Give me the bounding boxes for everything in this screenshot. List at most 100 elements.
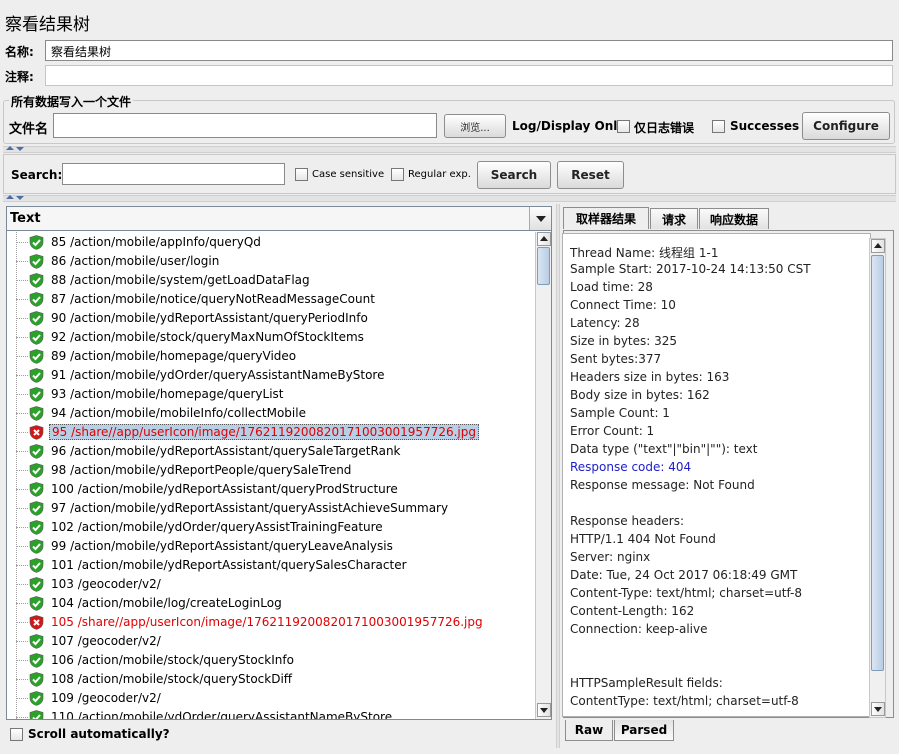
tree-row[interactable]: 110 /action/mobile/ydOrder/queryAssistan… bbox=[7, 708, 534, 719]
scroll-auto-label: Scroll automatically? bbox=[28, 727, 170, 741]
tree-row[interactable]: 93 /action/mobile/homepage/queryList bbox=[7, 385, 534, 404]
success-shield-icon bbox=[29, 672, 44, 687]
tree-header[interactable]: Text bbox=[7, 207, 551, 231]
tree-branch-line bbox=[16, 622, 28, 623]
tree-branch-line bbox=[16, 242, 28, 243]
tree-scroll-down-button[interactable] bbox=[537, 703, 551, 717]
success-shield-icon bbox=[29, 349, 44, 364]
result-line: Error Count: 1 bbox=[570, 424, 655, 438]
tab-sampler-result[interactable]: 取样器结果 bbox=[563, 207, 649, 229]
tree-row[interactable]: 90 /action/mobile/ydReportAssistant/quer… bbox=[7, 309, 534, 328]
tree-row[interactable]: 91 /action/mobile/ydOrder/queryAssistant… bbox=[7, 366, 534, 385]
top-splitter[interactable] bbox=[3, 146, 896, 153]
renderer-dropdown[interactable] bbox=[529, 207, 551, 230]
tab-raw[interactable]: Raw bbox=[565, 720, 613, 741]
tree-row[interactable]: 98 /action/mobile/ydReportPeople/querySa… bbox=[7, 461, 534, 480]
success-shield-icon bbox=[29, 311, 44, 326]
tree-branch-line bbox=[16, 337, 28, 338]
successes-checkbox[interactable] bbox=[712, 120, 725, 133]
tree-row[interactable]: 107 /geocoder/v2/ bbox=[7, 632, 534, 651]
scroll-auto-checkbox[interactable] bbox=[10, 728, 23, 741]
scroll-up-icon bbox=[540, 236, 548, 241]
tree-row[interactable]: 86 /action/mobile/user/login bbox=[7, 252, 534, 271]
result-scroll-up-button[interactable] bbox=[871, 239, 885, 253]
regex-checkbox[interactable] bbox=[391, 168, 404, 181]
tree-branch-line bbox=[16, 698, 28, 699]
tree-row[interactable]: 94 /action/mobile/mobileInfo/collectMobi… bbox=[7, 404, 534, 423]
comment-input[interactable] bbox=[45, 65, 893, 86]
page-title: 察看结果树 bbox=[5, 15, 90, 35]
tree-row[interactable]: 96 /action/mobile/ydReportAssistant/quer… bbox=[7, 442, 534, 461]
tree-row[interactable]: 92 /action/mobile/stock/queryMaxNumOfSto… bbox=[7, 328, 534, 347]
success-shield-icon bbox=[29, 539, 44, 554]
tab-parsed[interactable]: Parsed bbox=[614, 720, 674, 741]
tree-row[interactable]: 105 /share//app/userIcon/image/176211920… bbox=[7, 613, 534, 632]
search-button[interactable]: Search bbox=[477, 161, 551, 189]
tree-row[interactable]: 108 /action/mobile/stock/queryStockDiff bbox=[7, 670, 534, 689]
tree-scroll-up-button[interactable] bbox=[537, 232, 551, 246]
result-scroll-down-button[interactable] bbox=[871, 702, 885, 716]
errors-only-checkbox[interactable] bbox=[617, 120, 630, 133]
tree-row-label: 102 /action/mobile/ydOrder/queryAssistTr… bbox=[51, 520, 383, 534]
success-shield-icon bbox=[29, 710, 44, 719]
tree-row-label: 88 /action/mobile/system/getLoadDataFlag bbox=[51, 273, 310, 287]
success-shield-icon bbox=[29, 406, 44, 421]
browse-button[interactable]: 浏览... bbox=[444, 114, 506, 138]
result-line: Content-Length: 162 bbox=[570, 604, 695, 618]
filename-input[interactable] bbox=[53, 113, 437, 138]
tree-row[interactable]: 97 /action/mobile/ydReportAssistant/quer… bbox=[7, 499, 534, 518]
tree-row-label: 87 /action/mobile/notice/queryNotReadMes… bbox=[51, 292, 375, 306]
vertical-splitter[interactable] bbox=[556, 204, 560, 748]
splitter-up-arrow[interactable] bbox=[6, 146, 14, 150]
middle-splitter[interactable] bbox=[3, 195, 896, 202]
result-line: Data type ("text"|"bin"|""): text bbox=[570, 442, 758, 456]
splitter2-up-arrow[interactable] bbox=[6, 195, 14, 199]
splitter-down-arrow[interactable] bbox=[16, 147, 24, 151]
tree-branch-line bbox=[16, 565, 28, 566]
tree-row[interactable]: 101 /action/mobile/ydReportAssistant/que… bbox=[7, 556, 534, 575]
tree-row[interactable]: 103 /geocoder/v2/ bbox=[7, 575, 534, 594]
tree-row[interactable]: 100 /action/mobile/ydReportAssistant/que… bbox=[7, 480, 534, 499]
tree-row[interactable]: 102 /action/mobile/ydOrder/queryAssistTr… bbox=[7, 518, 534, 537]
tree-row[interactable]: 89 /action/mobile/homepage/queryVideo bbox=[7, 347, 534, 366]
search-input[interactable] bbox=[62, 163, 285, 185]
tree-row[interactable]: 85 /action/mobile/appInfo/queryQd bbox=[7, 233, 534, 252]
tree-branch-line bbox=[16, 451, 28, 452]
tab-request[interactable]: 请求 bbox=[650, 208, 698, 229]
tree-branch-line bbox=[16, 641, 28, 642]
results-tree[interactable]: 85 /action/mobile/appInfo/queryQd 86 /act… bbox=[7, 232, 534, 719]
name-input[interactable]: 察看结果树 bbox=[45, 40, 893, 61]
tree-row[interactable]: 104 /action/mobile/log/createLoginLog bbox=[7, 594, 534, 613]
success-shield-icon bbox=[29, 273, 44, 288]
sampler-result-text[interactable]: Thread Name: 线程组 1-1 Sample Start: 2017-1… bbox=[562, 233, 871, 717]
tree-row[interactable]: 109 /geocoder/v2/ bbox=[7, 689, 534, 708]
success-shield-icon bbox=[29, 368, 44, 383]
tree-branch-line bbox=[16, 603, 28, 604]
result-scrollbar[interactable] bbox=[869, 238, 886, 718]
success-shield-icon bbox=[29, 501, 44, 516]
result-line: Latency: 28 bbox=[570, 316, 640, 330]
configure-button[interactable]: Configure bbox=[802, 112, 890, 140]
tree-scroll-thumb[interactable] bbox=[537, 247, 550, 285]
tab-response-data[interactable]: 响应数据 bbox=[699, 208, 769, 229]
tree-row[interactable]: 106 /action/mobile/stock/queryStockInfo bbox=[7, 651, 534, 670]
tree-branch-line bbox=[16, 280, 28, 281]
result-scroll-thumb[interactable] bbox=[871, 255, 884, 671]
case-sensitive-checkbox[interactable] bbox=[295, 168, 308, 181]
tree-row-label: 110 /action/mobile/ydOrder/queryAssistan… bbox=[51, 710, 393, 719]
splitter2-down-arrow[interactable] bbox=[16, 196, 24, 200]
error-shield-icon bbox=[29, 615, 44, 630]
tree-scrollbar[interactable] bbox=[535, 232, 551, 719]
tree-row[interactable]: 95 /share//app/userIcon/image/1762119200… bbox=[7, 423, 534, 442]
tree-branch-line bbox=[16, 584, 28, 585]
tree-row-label: 93 /action/mobile/homepage/queryList bbox=[51, 387, 284, 401]
tree-branch-line bbox=[16, 527, 28, 528]
reset-button[interactable]: Reset bbox=[557, 161, 624, 189]
tree-row-label: 89 /action/mobile/homepage/queryVideo bbox=[51, 349, 297, 363]
success-shield-icon bbox=[29, 292, 44, 307]
tree-row[interactable]: 99 /action/mobile/ydReportAssistant/quer… bbox=[7, 537, 534, 556]
scroll-down-icon bbox=[540, 708, 548, 713]
tree-row[interactable]: 87 /action/mobile/notice/queryNotReadMes… bbox=[7, 290, 534, 309]
tree-row[interactable]: 88 /action/mobile/system/getLoadDataFlag bbox=[7, 271, 534, 290]
success-shield-icon bbox=[29, 653, 44, 668]
